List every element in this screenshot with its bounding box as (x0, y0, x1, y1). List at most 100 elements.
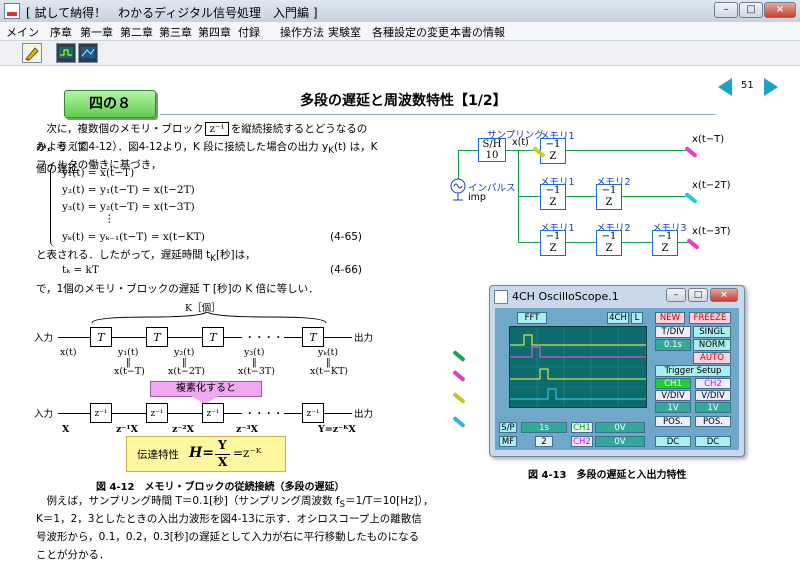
oscilloscope-window[interactable]: 4CH OscilloScope.1 – □ × FFT 4CH L NEW F… (489, 285, 745, 457)
freeze-button[interactable]: FREEZE (689, 312, 731, 324)
z-exponent: −1 (601, 231, 617, 242)
signal-xt-2: x(t−2T) (168, 366, 205, 377)
l-button[interactable]: L (631, 312, 643, 324)
paragraph-bottom-2: K＝1，2，3としたときの入出力波形を図4-13に示す．オシロスコープ上の離散信 (36, 513, 422, 525)
4ch-button[interactable]: 4CH (607, 312, 629, 324)
menu-lab[interactable]: 実験室 (328, 24, 361, 40)
equation-brace (50, 165, 59, 247)
tdiv-label: T/DIV (655, 326, 691, 338)
memory-block: −1 Z (540, 230, 566, 256)
scope-maximize-button[interactable]: □ (688, 288, 708, 302)
new-button[interactable]: NEW (655, 312, 685, 324)
sample-hold-block: S/H 10 (478, 138, 506, 162)
delay-block-1: T (90, 327, 112, 347)
scope-app-icon (494, 290, 508, 304)
z-letter: Z (605, 197, 613, 208)
intro-text-1: 次に，複数個のメモリ・ブロック (46, 123, 204, 135)
maximize-button[interactable]: □ (739, 2, 763, 18)
delay-block-2: T (146, 327, 168, 347)
minimize-button[interactable]: – (714, 2, 738, 18)
probe-icon[interactable] (452, 415, 466, 429)
signal-xt-1: x(t−T) (114, 366, 145, 377)
menu-chapter4[interactable]: 第四章 (198, 24, 231, 40)
vdiv1-value[interactable]: 1V (655, 402, 691, 413)
auto-button[interactable]: AUTO (693, 352, 731, 364)
signal-xt-k: x(t−KT) (310, 366, 348, 377)
z-letter: Z (549, 151, 557, 162)
equation-dots: ⋮ (104, 213, 115, 225)
oscilloscope-title: 4CH OscilloScope.1 (512, 290, 619, 303)
menu-settings[interactable]: 各種設定の変更 (372, 24, 449, 40)
time-value[interactable]: 1s (521, 422, 567, 433)
dc1-button[interactable]: DC (655, 436, 691, 447)
monitor-icon[interactable] (78, 43, 98, 63)
menu-book-info[interactable]: 本書の情報 (450, 24, 505, 40)
step-value[interactable]: 2 (535, 436, 553, 447)
z-exponent: −1 (545, 139, 561, 150)
toolbar (0, 41, 800, 66)
signal-line (224, 413, 242, 414)
imp-label: imp (468, 192, 486, 203)
sp-button[interactable]: S/P (499, 422, 517, 433)
transfer-lhs: H= (189, 445, 214, 461)
output-x-t: x(t−T) (692, 134, 725, 145)
probe-icon[interactable] (452, 349, 466, 363)
line2-text: みよう（図4-12）．図4-12より，K 段に接続した場合の出力 y (36, 141, 329, 153)
vdiv2-value[interactable]: 1V (695, 402, 731, 413)
menu-appendix[interactable]: 付録 (238, 24, 260, 40)
menu-chapter2[interactable]: 第二章 (120, 24, 153, 40)
pencil-icon[interactable] (22, 43, 42, 63)
z-signal-2: z⁻²X (172, 424, 194, 435)
probe-icon[interactable] (684, 191, 698, 205)
chapter-badge: 四の８ (64, 90, 156, 118)
z-exponent: −1 (545, 231, 561, 242)
trigger-setup-button[interactable]: Trigger Setup (655, 365, 731, 377)
probe-icon[interactable] (686, 237, 700, 251)
probe-icon[interactable] (684, 145, 698, 159)
equation-tk: tₖ = kT (62, 264, 99, 276)
equation-number-2: (4-66) (330, 264, 363, 276)
probe-icon[interactable] (452, 391, 466, 405)
app-icon[interactable] (4, 3, 20, 19)
signal-x: x(t) (60, 347, 77, 358)
vdiv2-label: V/DIV (695, 390, 731, 401)
delay-block-3: T (202, 327, 224, 347)
signal-line (58, 337, 90, 338)
equation-k: yₖ(t) = yₖ₋₁(t−T) = x(t−KT) (62, 231, 205, 243)
prev-page-arrow-icon[interactable] (718, 78, 732, 96)
transfer-denominator: X (218, 455, 228, 469)
wire (566, 242, 596, 243)
scope-close-button[interactable]: × (710, 288, 738, 302)
menu-bar: メイン 序章 第一章 第二章 第三章 第四章 付録 操作方法 実験室 各種設定の… (0, 22, 800, 41)
dc2-button[interactable]: DC (695, 436, 731, 447)
transform-arrow: 複素化すると (150, 381, 262, 404)
scope-icon[interactable] (56, 43, 76, 63)
tdiv-value[interactable]: 0.1s (655, 339, 691, 351)
z-input-label: 入力 (34, 409, 54, 420)
ch2-button[interactable]: CH2 (695, 378, 731, 389)
next-page-arrow-icon[interactable] (764, 78, 778, 96)
dots: ・・・・ (245, 409, 284, 420)
close-button[interactable]: × (764, 2, 796, 18)
scope-minimize-button[interactable]: – (666, 288, 686, 302)
z-letter: Z (661, 243, 669, 254)
menu-chapter1[interactable]: 第一章 (80, 24, 113, 40)
signal-line (324, 413, 352, 414)
single-button[interactable]: SINGL (693, 326, 731, 338)
signal-line (112, 337, 146, 338)
ch1-readout-label: CH1 (571, 422, 593, 433)
mf-button[interactable]: MF (499, 436, 517, 447)
menu-chapter3[interactable]: 第三章 (159, 24, 192, 40)
fft-button[interactable]: FFT (517, 312, 547, 324)
menu-operation[interactable]: 操作方法 (280, 24, 324, 40)
z-signal-x: X (62, 424, 70, 435)
probe-icon[interactable] (452, 369, 466, 383)
menu-intro[interactable]: 序章 (50, 24, 72, 40)
transfer-function-box: 伝達特性 H= Y X =z⁻ᴷ (126, 436, 286, 472)
wire (622, 196, 686, 197)
ch1-button[interactable]: CH1 (655, 378, 691, 389)
norm-button[interactable]: NORM (693, 339, 731, 351)
menu-main[interactable]: メイン (6, 24, 39, 40)
xt-label: x(t) (512, 137, 529, 148)
wire (458, 150, 478, 151)
